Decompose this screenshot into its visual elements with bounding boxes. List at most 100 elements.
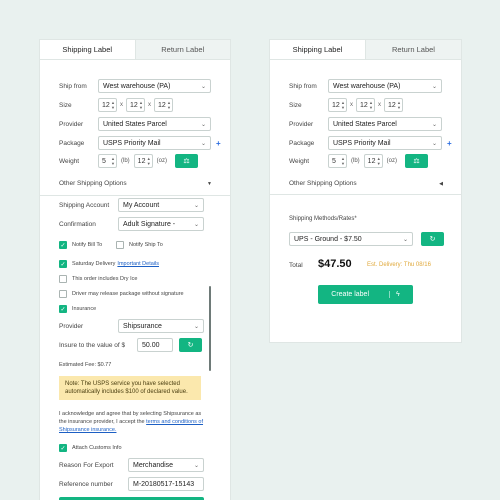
- package-row: Package USPS Priority Mail ⌄ +: [289, 136, 452, 150]
- provider-select[interactable]: United States Parcel ⌄: [328, 117, 442, 131]
- spinner-icon[interactable]: ▲ ▼: [147, 156, 151, 166]
- reference-number-input[interactable]: M-20180517-15143: [128, 477, 204, 491]
- important-details-link[interactable]: Important Details: [117, 261, 159, 267]
- scale-icon: ⚖: [183, 158, 190, 165]
- check-icon: ✓: [59, 444, 67, 452]
- chevron-down-icon: ⌄: [193, 202, 199, 209]
- spinner-icon[interactable]: ▲ ▼: [111, 100, 115, 110]
- package-select[interactable]: USPS Priority Mail ⌄: [98, 136, 211, 150]
- spinner-icon[interactable]: ▲ ▼: [377, 156, 381, 166]
- package-select[interactable]: USPS Priority Mail ⌄: [328, 136, 442, 150]
- package-value: USPS Priority Mail: [333, 139, 391, 147]
- chevron-down-icon: ⌄: [193, 462, 199, 469]
- estimated-fee: Estimated Fee: $0.77: [59, 362, 112, 368]
- total-value: $47.50: [318, 258, 352, 270]
- weight-lb-value: 5: [332, 157, 336, 165]
- notify-bill-to-checkbox[interactable]: ✓ Notify Bill To: [59, 241, 102, 249]
- add-package-icon[interactable]: +: [447, 139, 452, 148]
- saturday-delivery-checkbox[interactable]: ✓ Saturday Delivery Important Details: [59, 260, 159, 268]
- size-separator: x: [350, 102, 353, 108]
- lb-unit: (lb): [121, 158, 130, 164]
- attach-customs-checkbox[interactable]: ✓ Attach Customs Info: [59, 444, 122, 452]
- weight-label: Weight: [289, 157, 310, 165]
- other-shipping-options-label: Other Shipping Options: [289, 180, 357, 187]
- chevron-down-icon: ⌄: [431, 140, 437, 147]
- weight-row: Weight 5 ▲ ▼ (lb) 12 ▲ ▼ (oz) ⚖: [59, 154, 199, 168]
- driver-release-checkbox[interactable]: Driver may release package without signa…: [59, 290, 184, 298]
- size-height-input[interactable]: 12 ▲ ▼: [154, 98, 173, 112]
- size-width-input[interactable]: 12 ▲ ▼: [126, 98, 145, 112]
- divider: [270, 194, 461, 195]
- refresh-icon: ↻: [187, 342, 194, 349]
- spinner-icon[interactable]: ▲ ▼: [167, 100, 171, 110]
- spinner-icon[interactable]: ▲ ▼: [341, 156, 345, 166]
- other-shipping-options-toggle[interactable]: Other Shipping Options ▼: [59, 180, 212, 187]
- package-label: Package: [59, 139, 85, 147]
- spinner-icon[interactable]: ▲ ▼: [139, 100, 143, 110]
- provider-row: Provider United States Parcel ⌄: [59, 117, 211, 131]
- ship-from-value: West warehouse (PA): [103, 82, 171, 90]
- tab-return-label[interactable]: Return Label: [366, 40, 461, 59]
- weight-lb-value: 5: [102, 157, 106, 165]
- tab-shipping-label[interactable]: Shipping Label: [270, 40, 366, 59]
- ship-from-row: Ship from West warehouse (PA) ⌄: [289, 79, 442, 93]
- scale-button[interactable]: ⚖: [175, 154, 199, 168]
- chevron-down-icon: ⌄: [402, 236, 408, 243]
- caret-down-icon: ▼: [207, 180, 212, 187]
- insure-value-row: Insure to the value of $ 50.00 ↻: [59, 338, 202, 352]
- scrollbar[interactable]: [209, 286, 211, 371]
- chevron-down-icon: ⌄: [431, 121, 437, 128]
- ship-from-select[interactable]: West warehouse (PA) ⌄: [98, 79, 211, 93]
- provider-select[interactable]: United States Parcel ⌄: [98, 117, 211, 131]
- ship-from-select[interactable]: West warehouse (PA) ⌄: [328, 79, 442, 93]
- size-separator: x: [148, 102, 151, 108]
- weight-label: Weight: [59, 157, 80, 165]
- shipping-panel-collapsed: Shipping Label Return Label Ship from We…: [269, 39, 462, 343]
- package-row: Package USPS Priority Mail ⌄ +: [59, 136, 221, 150]
- insurance-checkbox[interactable]: ✓ Insurance: [59, 305, 96, 313]
- refresh-button[interactable]: ↻: [179, 338, 202, 352]
- weight-oz-input[interactable]: 12 ▲ ▼: [363, 154, 383, 168]
- tab-return-label[interactable]: Return Label: [135, 40, 230, 59]
- dry-ice-checkbox[interactable]: This order includes Dry Ice: [59, 275, 137, 283]
- spinner-icon[interactable]: ▲ ▼: [397, 100, 401, 110]
- create-label-button[interactable]: Create label ϟ: [318, 285, 413, 304]
- notify-ship-to-checkbox[interactable]: Notify Ship To: [116, 241, 163, 249]
- ship-from-label: Ship from: [289, 82, 317, 90]
- tab-shipping-label[interactable]: Shipping Label: [40, 40, 136, 59]
- spinner-icon[interactable]: ▲ ▼: [369, 100, 373, 110]
- weight-lb-input[interactable]: 5 ▲ ▼: [98, 154, 117, 168]
- other-shipping-options-toggle[interactable]: Other Shipping Options ◀: [289, 180, 443, 187]
- weight-lb-input[interactable]: 5 ▲ ▼: [328, 154, 347, 168]
- ship-from-value: West warehouse (PA): [333, 82, 401, 90]
- size-length-input[interactable]: 12 ▲ ▼: [98, 98, 117, 112]
- size-separator: x: [120, 102, 123, 108]
- shipping-panel-expanded: Shipping Label Return Label Ship from We…: [39, 39, 231, 500]
- reason-for-export-select[interactable]: Merchandise ⌄: [128, 458, 204, 472]
- size-width-input[interactable]: 12 ▲ ▼: [356, 98, 375, 112]
- size-length-value: 12: [332, 101, 340, 109]
- size-length-input[interactable]: 12 ▲ ▼: [328, 98, 347, 112]
- package-label: Package: [289, 139, 315, 147]
- shipping-account-select[interactable]: My Account ⌄: [118, 198, 204, 212]
- weight-oz-input[interactable]: 12 ▲ ▼: [133, 154, 153, 168]
- size-height-value: 12: [388, 101, 396, 109]
- other-shipping-options-label: Other Shipping Options: [59, 180, 127, 187]
- chevron-down-icon: ⌄: [193, 323, 199, 330]
- oz-unit: (oz): [156, 158, 168, 164]
- insurance-provider-select[interactable]: Shipsurance ⌄: [118, 319, 204, 333]
- spinner-icon[interactable]: ▲ ▼: [341, 100, 345, 110]
- refresh-rates-button[interactable]: ↻: [421, 232, 444, 246]
- shipping-method-select[interactable]: UPS - Ground - $7.50 ⌄: [289, 232, 413, 246]
- scale-button[interactable]: ⚖: [405, 154, 429, 168]
- insure-value-input[interactable]: 50.00: [137, 338, 173, 352]
- confirmation-select[interactable]: Adult Signature - ⌄: [118, 217, 204, 231]
- notify-ship-to-label: Notify Ship To: [129, 242, 163, 248]
- size-height-input[interactable]: 12 ▲ ▼: [384, 98, 403, 112]
- confirmation-value: Adult Signature -: [123, 220, 176, 228]
- spinner-icon[interactable]: ▲ ▼: [111, 156, 115, 166]
- size-separator: x: [378, 102, 381, 108]
- weight-oz-value: 12: [137, 157, 146, 165]
- add-package-icon[interactable]: +: [216, 139, 221, 148]
- check-icon: ✓: [59, 260, 67, 268]
